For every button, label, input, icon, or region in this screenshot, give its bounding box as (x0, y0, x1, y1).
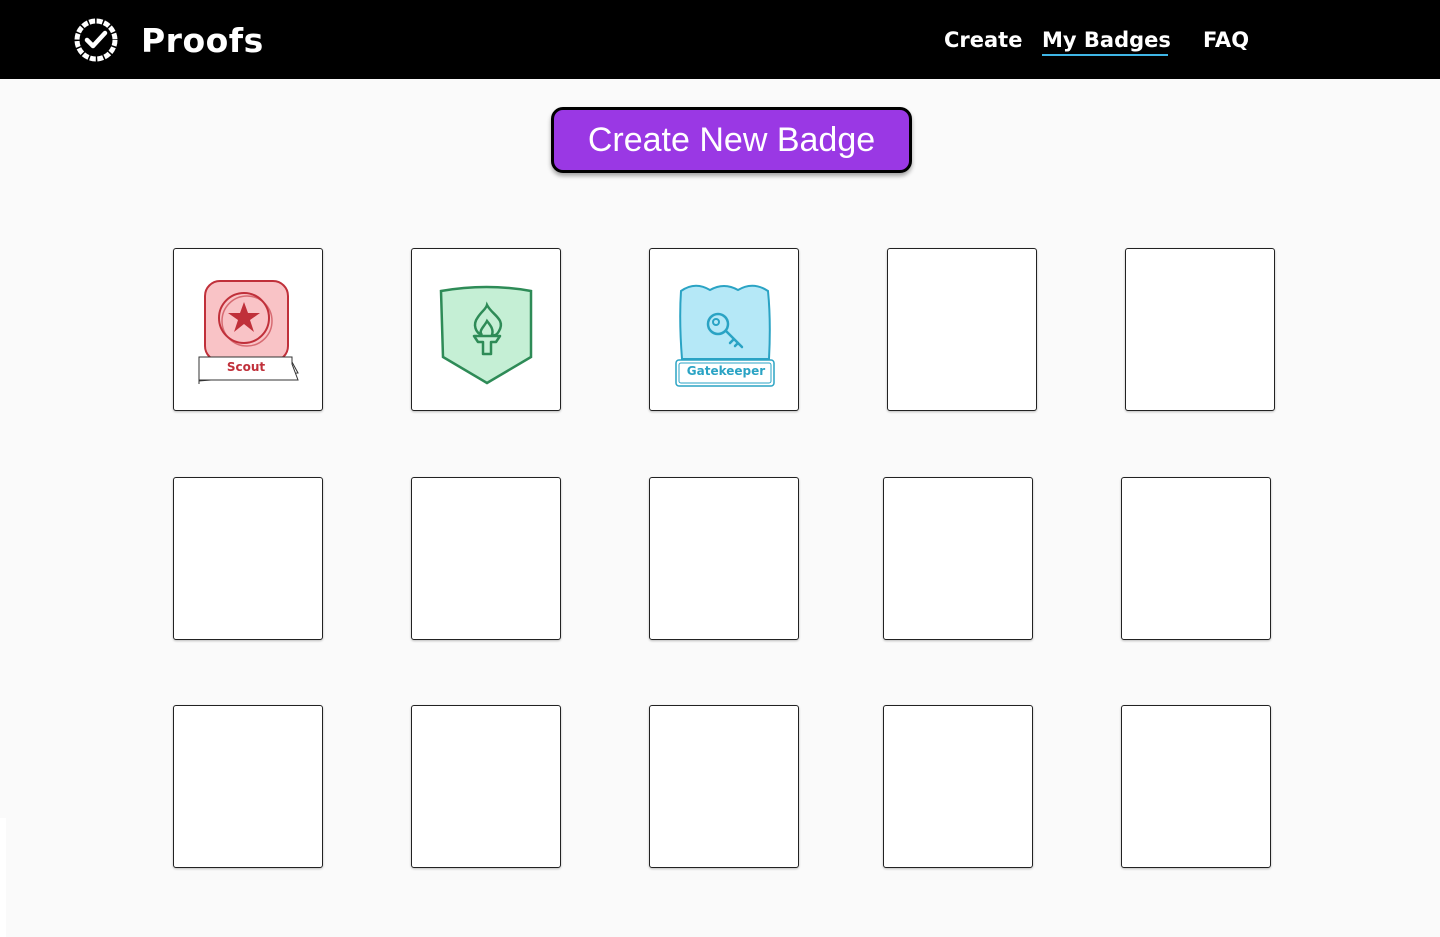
badge-label-gatekeeper: Gatekeeper (686, 364, 766, 378)
empty-badge-slot[interactable] (649, 477, 799, 640)
top-navbar: Proofs Create My Badges FAQ (0, 0, 1440, 79)
nav-faq-link[interactable]: FAQ (1203, 26, 1249, 54)
brand-name[interactable]: Proofs (141, 20, 264, 62)
left-edge-strip (0, 818, 6, 937)
empty-badge-slot[interactable] (173, 477, 323, 640)
star-badge-icon (198, 280, 299, 384)
key-badge-icon (675, 282, 775, 387)
active-nav-indicator (1042, 54, 1168, 56)
badge-slot-gatekeeper[interactable]: Gatekeeper (649, 248, 799, 411)
check-circle-logo-icon[interactable] (72, 17, 120, 63)
empty-badge-slot[interactable] (1121, 477, 1271, 640)
nav-create-link[interactable]: Create (944, 26, 1022, 54)
empty-badge-slot[interactable] (883, 477, 1033, 640)
empty-badge-slot[interactable] (887, 248, 1037, 411)
nav-my-badges-link[interactable]: My Badges (1042, 26, 1171, 54)
badge-slot-torch[interactable] (411, 248, 561, 411)
empty-badge-slot[interactable] (1125, 248, 1275, 411)
empty-badge-slot[interactable] (1121, 705, 1271, 868)
create-new-badge-button[interactable]: Create New Badge (551, 107, 912, 173)
empty-badge-slot[interactable] (649, 705, 799, 868)
badge-slot-scout[interactable]: Scout (173, 248, 323, 411)
torch-badge-icon (436, 283, 538, 392)
empty-badge-slot[interactable] (173, 705, 323, 868)
empty-badge-slot[interactable] (411, 477, 561, 640)
empty-badge-slot[interactable] (883, 705, 1033, 868)
badge-label-scout: Scout (226, 360, 266, 374)
empty-badge-slot[interactable] (411, 705, 561, 868)
